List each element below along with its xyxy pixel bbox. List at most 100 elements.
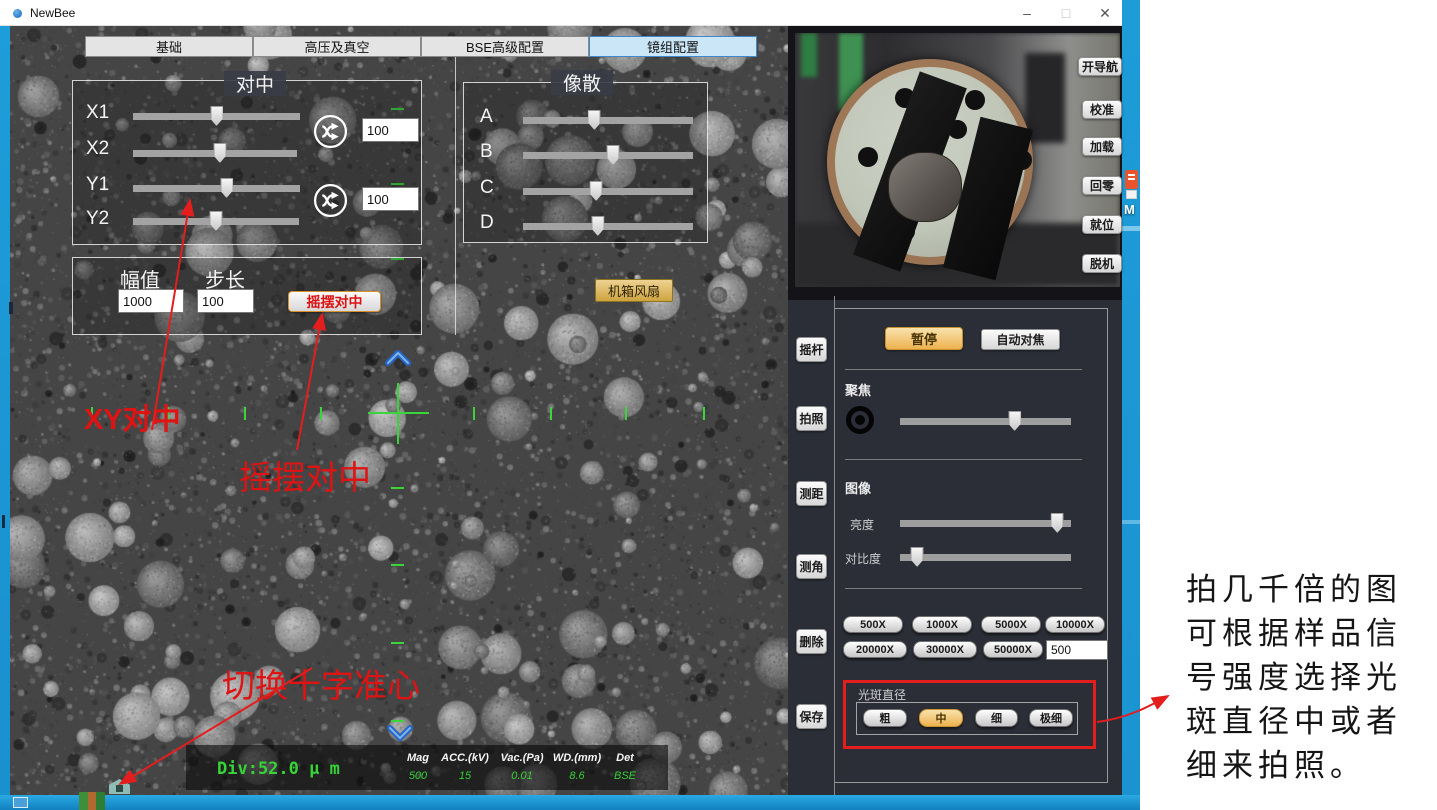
division-readout: Div:52.0 μ m <box>217 759 340 779</box>
nav-calibrate-button[interactable]: 校准 <box>1082 100 1122 119</box>
focus-target-icon[interactable] <box>846 406 874 434</box>
annotation-swing-centering: 摇摆对中 <box>239 451 371 499</box>
crosshair-vertical <box>397 383 399 444</box>
slider-label-y2: Y2 <box>86 208 109 230</box>
slider-a[interactable] <box>523 117 693 124</box>
taskbar-app-icon[interactable] <box>79 792 105 810</box>
note-line: 斑直径中或者 <box>1186 700 1402 744</box>
nav-offline-button[interactable]: 脱机 <box>1082 254 1122 273</box>
screen: M NewBee – □ ✕ 基础 高压及真空 BSE高级配置 镜组配置 对中 … <box>0 0 1437 810</box>
tab-hv-vacuum[interactable]: 高压及真空 <box>253 36 421 57</box>
image-section-label: 图像 <box>845 478 871 497</box>
status-col-det: DetBSE <box>605 752 645 782</box>
amplitude-field[interactable] <box>118 289 184 313</box>
status-col-vac: Vac.(Pa)0.01 <box>496 752 548 782</box>
step-field[interactable] <box>197 289 254 313</box>
scale-tick <box>550 407 552 420</box>
swap-x-icon[interactable] <box>312 113 349 150</box>
annotation-xy-centering: XY对中 <box>84 396 181 438</box>
annotation-highlight-box <box>843 680 1096 749</box>
tool-joystick-button[interactable]: 摇杆 <box>796 337 827 362</box>
mag-5000x-button[interactable]: 5000X <box>981 616 1041 633</box>
autofocus-button[interactable]: 自动对焦 <box>981 329 1060 350</box>
pause-button[interactable]: 暂停 <box>885 327 963 350</box>
tab-basic[interactable]: 基础 <box>85 36 253 57</box>
slider-label-c: C <box>480 177 494 199</box>
desktop-icon-label: M <box>1124 202 1135 217</box>
desktop-text-fragment <box>2 515 5 528</box>
mag-input[interactable] <box>1046 640 1108 660</box>
swap-y-icon[interactable] <box>312 182 349 219</box>
stage-hole <box>858 147 878 167</box>
centering-panel-title: 对中 <box>224 71 286 96</box>
panel-divider-line <box>845 588 1082 589</box>
panel-divider <box>455 37 456 335</box>
desktop-right-strip: M <box>1122 0 1140 795</box>
desktop-text-fragment <box>9 302 13 314</box>
mag-30000x-button[interactable]: 30000X <box>913 641 977 658</box>
nav-in-position-button[interactable]: 就位 <box>1082 215 1122 234</box>
slider-d[interactable] <box>523 223 693 230</box>
tool-photo-button[interactable]: 拍照 <box>796 406 827 431</box>
slider-b[interactable] <box>523 152 693 159</box>
slider-label-b: B <box>480 141 493 163</box>
status-col-acc: ACC.(kV)15 <box>441 752 489 782</box>
nav-home-button[interactable]: 回零 <box>1082 176 1122 195</box>
slider-label-x2: X2 <box>86 138 109 160</box>
astigmatism-panel <box>463 82 708 243</box>
mag-10000x-button[interactable]: 10000X <box>1045 616 1105 633</box>
tool-delete-button[interactable]: 删除 <box>796 629 827 654</box>
close-button[interactable]: ✕ <box>1090 3 1120 23</box>
scale-tick <box>473 407 475 420</box>
scale-tick <box>625 407 627 420</box>
contrast-slider[interactable] <box>900 554 1071 561</box>
status-col-wd: WD.(mm)8.6 <box>549 752 605 782</box>
scale-tick <box>320 407 322 420</box>
note-line: 可根据样品信 <box>1186 612 1402 656</box>
window-title: NewBee <box>30 6 75 20</box>
tool-measure-distance-button[interactable]: 测距 <box>796 481 827 506</box>
camera-green-part <box>801 33 817 77</box>
app-icon <box>13 9 22 18</box>
tab-lens-config[interactable]: 镜组配置 <box>589 36 757 57</box>
taskbar-window-icon[interactable] <box>13 797 28 808</box>
swing-centering-button[interactable]: 摇摆对中 <box>288 291 381 312</box>
mag-1000x-button[interactable]: 1000X <box>912 616 972 633</box>
minimize-button[interactable]: – <box>1012 3 1042 23</box>
nav-open-navigation-button[interactable]: 开导航 <box>1078 57 1122 76</box>
scale-tick <box>703 407 705 420</box>
nav-load-button[interactable]: 加载 <box>1082 137 1122 156</box>
slider-y2[interactable] <box>133 218 299 225</box>
mag-500x-button[interactable]: 500X <box>843 616 903 633</box>
tool-measure-angle-button[interactable]: 测角 <box>796 554 827 579</box>
mag-50000x-button[interactable]: 50000X <box>983 641 1043 658</box>
desktop-file-icon[interactable] <box>1125 170 1138 189</box>
astigmatism-panel-title: 像散 <box>551 70 613 95</box>
mag-20000x-button[interactable]: 20000X <box>843 641 907 658</box>
note-line: 拍几千倍的图 <box>1186 568 1402 612</box>
chevron-up-icon[interactable] <box>384 349 412 367</box>
slider-x2[interactable] <box>133 150 297 157</box>
desktop-file-page <box>1126 190 1137 199</box>
slider-x1[interactable] <box>133 113 300 120</box>
desktop-highlight <box>1122 520 1140 524</box>
slider-label-a: A <box>480 106 493 128</box>
taskbar[interactable] <box>0 795 1140 810</box>
chassis-fan-button[interactable]: 机箱风扇 <box>595 279 673 302</box>
chevron-down-icon[interactable] <box>386 724 414 742</box>
slider-y1[interactable] <box>133 185 300 192</box>
brightness-label: 亮度 <box>850 516 874 533</box>
maximize-button[interactable]: □ <box>1051 3 1081 23</box>
scale-tick <box>391 487 404 489</box>
brightness-slider[interactable] <box>900 520 1071 527</box>
focus-slider[interactable] <box>900 418 1071 425</box>
slider-label-x1: X1 <box>86 102 109 124</box>
slider-c[interactable] <box>523 188 693 195</box>
reset-x-field[interactable] <box>362 118 419 142</box>
annotation-crosshair-toggle: 切换十字准心 <box>222 659 420 707</box>
slider-label-y1: Y1 <box>86 174 109 196</box>
reset-y-field[interactable] <box>362 187 419 211</box>
tab-bse-advanced[interactable]: BSE高级配置 <box>421 36 589 57</box>
stage-hole <box>965 90 985 110</box>
tool-save-button[interactable]: 保存 <box>796 704 827 729</box>
